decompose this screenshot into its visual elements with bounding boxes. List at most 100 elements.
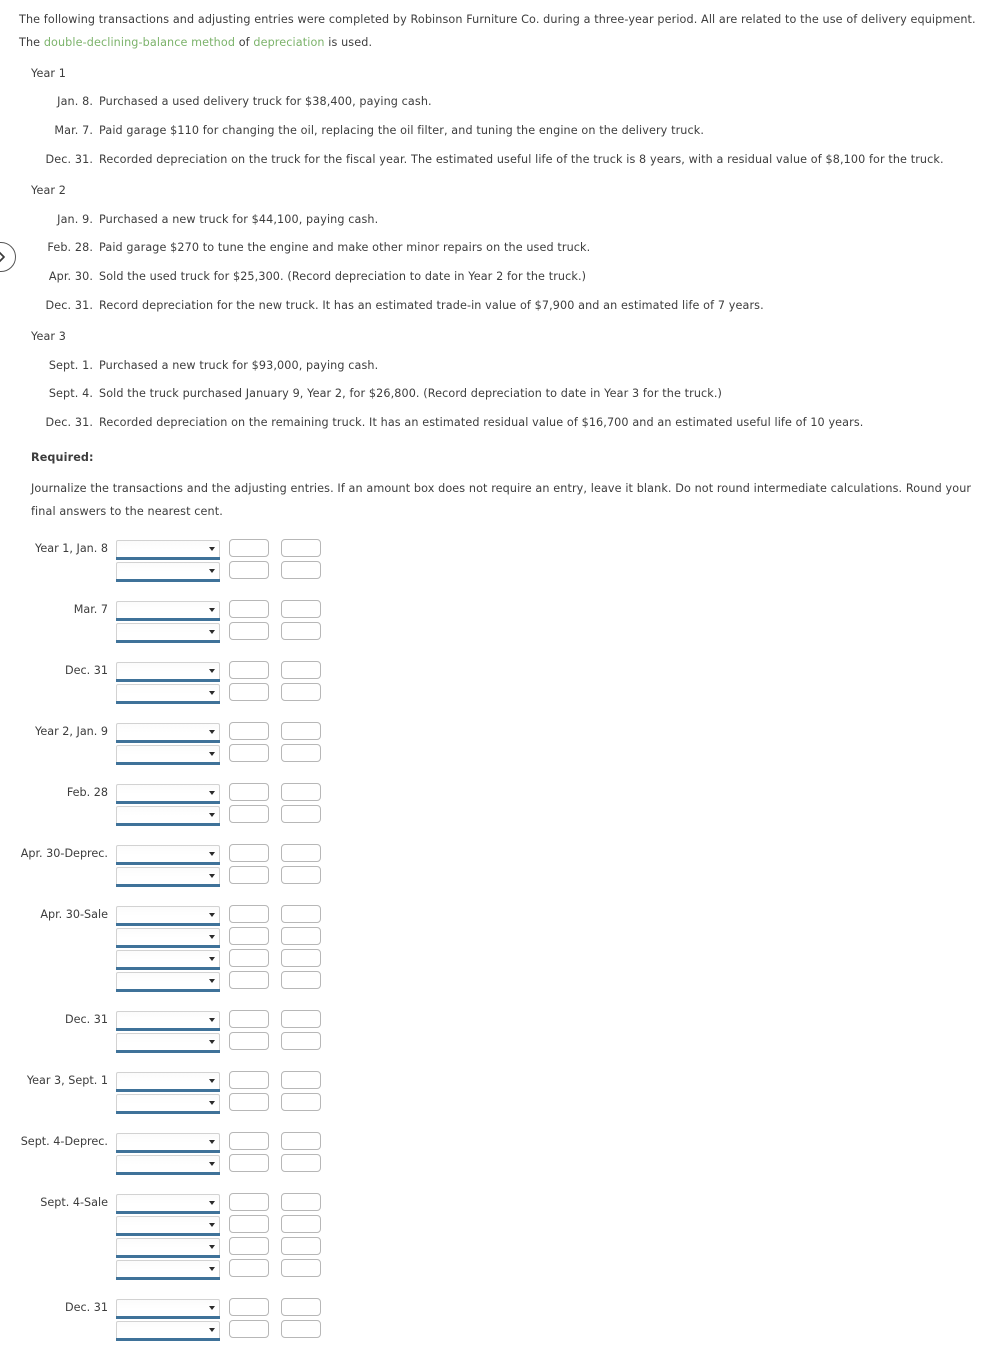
debit-amount-input[interactable] xyxy=(229,1132,269,1151)
debit-amount-input[interactable] xyxy=(229,561,269,580)
debit-amount-input[interactable] xyxy=(229,1193,269,1212)
debit-amount-input[interactable] xyxy=(229,905,269,924)
credit-amount-input[interactable] xyxy=(281,1237,321,1256)
credit-amount-input[interactable] xyxy=(281,1215,321,1234)
account-dropdown[interactable] xyxy=(116,805,220,826)
entry-date-label: Year 2, Jan. 9 xyxy=(35,724,108,738)
debit-amount-input[interactable] xyxy=(229,971,269,990)
account-dropdown[interactable] xyxy=(116,1010,220,1031)
credit-amount-input[interactable] xyxy=(281,561,321,580)
credit-amount-input[interactable] xyxy=(281,783,321,802)
account-dropdown[interactable] xyxy=(116,722,220,743)
debit-amount-input[interactable] xyxy=(229,683,269,702)
credit-amount-input[interactable] xyxy=(281,905,321,924)
account-dropdown[interactable] xyxy=(116,1071,220,1092)
credit-amount-input[interactable] xyxy=(281,1071,321,1090)
account-dropdown[interactable] xyxy=(116,683,220,704)
account-dropdown[interactable] xyxy=(116,561,220,582)
debit-amount-input[interactable] xyxy=(229,866,269,885)
credit-amount-input[interactable] xyxy=(281,622,321,641)
transaction-text: Purchased a new truck for $93,000, payin… xyxy=(99,358,379,372)
debit-amount-input[interactable] xyxy=(229,539,269,558)
debit-amount-input[interactable] xyxy=(229,927,269,946)
credit-amount-input[interactable] xyxy=(281,600,321,619)
chevron-down-icon xyxy=(209,629,215,634)
credit-amount-input[interactable] xyxy=(281,744,321,763)
account-dropdown[interactable] xyxy=(116,1032,220,1053)
credit-amount-input[interactable] xyxy=(281,927,321,946)
debit-amount-input[interactable] xyxy=(229,1298,269,1317)
account-dropdown[interactable] xyxy=(116,1132,220,1153)
account-dropdown[interactable] xyxy=(116,783,220,804)
transaction-date: Dec. 31. xyxy=(45,416,93,430)
account-dropdown[interactable] xyxy=(116,905,220,926)
double-declining-balance-link[interactable]: double-declining-balance method xyxy=(44,36,235,49)
account-dropdown[interactable] xyxy=(116,949,220,970)
dropdown-underline xyxy=(116,1027,220,1031)
debit-amount-input[interactable] xyxy=(229,1259,269,1278)
credit-amount-input[interactable] xyxy=(281,971,321,990)
debit-amount-input[interactable] xyxy=(229,1320,269,1339)
credit-amount-input[interactable] xyxy=(281,1259,321,1278)
credit-amount-input[interactable] xyxy=(281,661,321,680)
journal-entry-group: Apr. 30-Deprec. xyxy=(0,842,1001,887)
dropdown-underline xyxy=(116,861,220,865)
account-dropdown[interactable] xyxy=(116,1237,220,1258)
account-dropdown[interactable] xyxy=(116,1154,220,1175)
account-dropdown[interactable] xyxy=(116,661,220,682)
account-dropdown[interactable] xyxy=(116,866,220,887)
credit-amount-input[interactable] xyxy=(281,1093,321,1112)
journal-entry-row xyxy=(0,947,1001,970)
journal-entry-row xyxy=(0,559,1001,582)
chevron-right-icon xyxy=(0,251,6,263)
debit-amount-input[interactable] xyxy=(229,1154,269,1173)
debit-amount-input[interactable] xyxy=(229,805,269,824)
credit-amount-input[interactable] xyxy=(281,844,321,863)
account-dropdown[interactable] xyxy=(116,844,220,865)
account-dropdown[interactable] xyxy=(116,744,220,765)
credit-amount-input[interactable] xyxy=(281,683,321,702)
account-dropdown[interactable] xyxy=(116,1215,220,1236)
debit-amount-input[interactable] xyxy=(229,1237,269,1256)
credit-amount-input[interactable] xyxy=(281,1193,321,1212)
account-dropdown[interactable] xyxy=(116,539,220,560)
account-dropdown[interactable] xyxy=(116,1320,220,1341)
debit-amount-input[interactable] xyxy=(229,622,269,641)
transaction-line: Jan. 9. Purchased a new truck for $44,10… xyxy=(19,209,993,232)
debit-amount-input[interactable] xyxy=(229,949,269,968)
credit-amount-input[interactable] xyxy=(281,722,321,741)
dropdown-underline xyxy=(116,1254,220,1258)
credit-amount-input[interactable] xyxy=(281,949,321,968)
credit-amount-input[interactable] xyxy=(281,539,321,558)
credit-amount-input[interactable] xyxy=(281,1154,321,1173)
credit-amount-input[interactable] xyxy=(281,805,321,824)
account-dropdown[interactable] xyxy=(116,927,220,948)
account-dropdown[interactable] xyxy=(116,1259,220,1280)
debit-amount-input[interactable] xyxy=(229,1071,269,1090)
debit-amount-input[interactable] xyxy=(229,661,269,680)
debit-amount-input[interactable] xyxy=(229,600,269,619)
debit-amount-input[interactable] xyxy=(229,1215,269,1234)
account-dropdown[interactable] xyxy=(116,600,220,621)
debit-amount-input[interactable] xyxy=(229,1010,269,1029)
debit-amount-input[interactable] xyxy=(229,744,269,763)
debit-amount-input[interactable] xyxy=(229,844,269,863)
debit-amount-input[interactable] xyxy=(229,1093,269,1112)
account-dropdown[interactable] xyxy=(116,1298,220,1319)
account-dropdown[interactable] xyxy=(116,1193,220,1214)
account-dropdown[interactable] xyxy=(116,1093,220,1114)
credit-amount-input[interactable] xyxy=(281,1032,321,1051)
credit-amount-input[interactable] xyxy=(281,866,321,885)
transaction-date: Mar. 7. xyxy=(54,124,93,138)
credit-amount-input[interactable] xyxy=(281,1132,321,1151)
debit-amount-input[interactable] xyxy=(229,722,269,741)
depreciation-link[interactable]: depreciation xyxy=(253,36,324,49)
credit-amount-input[interactable] xyxy=(281,1320,321,1339)
account-dropdown[interactable] xyxy=(116,622,220,643)
debit-amount-input[interactable] xyxy=(229,783,269,802)
account-dropdown[interactable] xyxy=(116,971,220,992)
chevron-down-icon xyxy=(209,1017,215,1022)
credit-amount-input[interactable] xyxy=(281,1010,321,1029)
debit-amount-input[interactable] xyxy=(229,1032,269,1051)
credit-amount-input[interactable] xyxy=(281,1298,321,1317)
